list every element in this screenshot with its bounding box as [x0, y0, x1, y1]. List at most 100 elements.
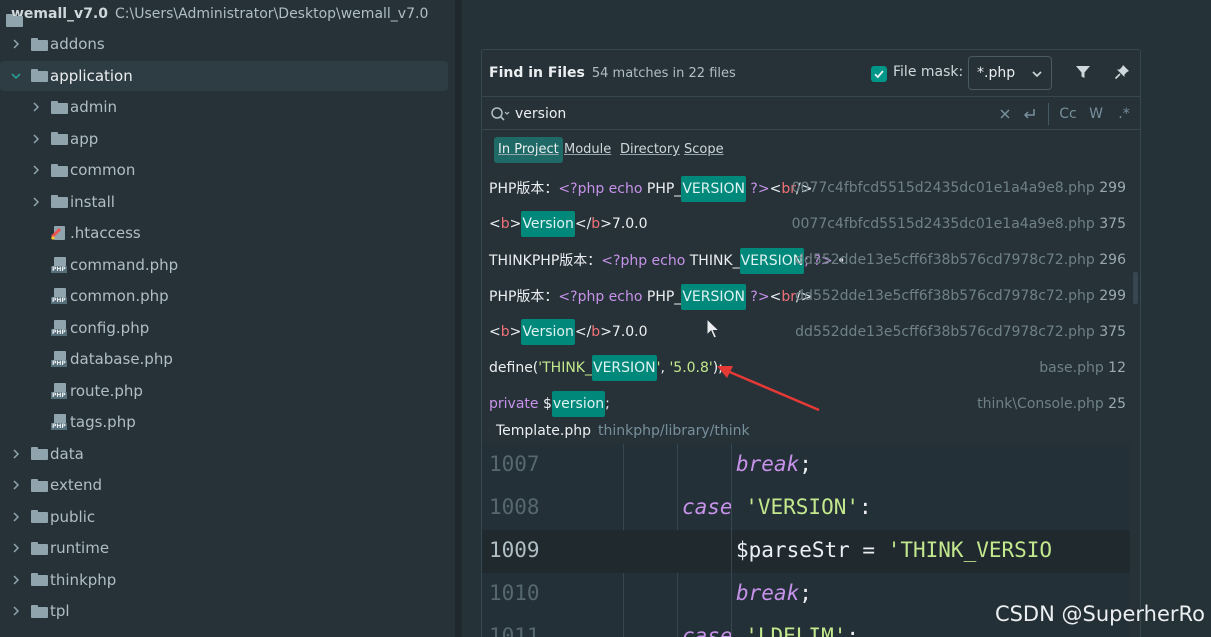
preview-file-name: Template.php — [496, 423, 591, 439]
tree-item-label: thinkphp — [50, 570, 117, 589]
result-snippet: private $version; — [489, 391, 610, 417]
checkmark-icon — [874, 70, 884, 79]
code-line: 1009 $parseStr = 'THINK_VERSIO — [482, 530, 1140, 573]
annotation-arrow-icon — [717, 366, 820, 412]
result-snippet: define('THINK_VERSION', '5.0.8'); — [489, 355, 723, 381]
scope-tabs: In Project Module Directory Scope — [482, 130, 1140, 170]
result-snippet: <b>Version</b>7.0.0 — [489, 319, 648, 345]
chevron-right-icon[interactable] — [10, 479, 22, 491]
regex-button[interactable]: .* — [1116, 105, 1132, 123]
result-location: base.php 12 — [1039, 360, 1126, 376]
tree-item-extend[interactable]: extend — [0, 470, 455, 500]
result-row[interactable]: THINKPHP版本：<?php echo THINK_VERSION; ?> … — [482, 242, 1132, 278]
chevron-right-icon[interactable] — [30, 101, 42, 113]
code-text: case 'VERSION': — [682, 495, 872, 519]
tree-item-command-php[interactable]: PHP command.php — [0, 250, 455, 280]
tab-directory[interactable]: Directory — [620, 137, 680, 163]
code-text: $parseStr = 'THINK_VERSIO — [736, 538, 1053, 562]
tree-item-common[interactable]: common — [0, 155, 455, 185]
chevron-right-icon[interactable] — [10, 511, 22, 523]
file-mask-checkbox[interactable] — [871, 66, 887, 82]
folder-icon — [50, 194, 68, 210]
tree-item-database-php[interactable]: PHP database.php — [0, 344, 455, 374]
panel-divider[interactable] — [455, 0, 462, 637]
chevron-right-icon[interactable] — [30, 164, 42, 176]
clear-icon[interactable] — [997, 105, 1013, 123]
folder-icon — [50, 99, 68, 115]
tab-in-project[interactable]: In Project — [494, 137, 563, 163]
tree-item-data[interactable]: data — [0, 439, 455, 469]
tree-item-admin[interactable]: admin — [0, 92, 455, 122]
tree-item-app[interactable]: app — [0, 124, 455, 154]
folder-icon — [30, 572, 48, 588]
tree-item-label: route.php — [70, 381, 143, 400]
tree-item-label: application — [50, 66, 133, 85]
result-file: 0077c4fbfcd5515d2435dc01e1a4a9e8.php — [791, 216, 1100, 232]
match-case-button[interactable]: Cc — [1057, 105, 1079, 123]
tree-item-label: app — [70, 129, 99, 148]
chevron-right-icon[interactable] — [10, 38, 22, 50]
folder-icon — [50, 162, 68, 178]
tree-item-label: install — [70, 192, 115, 211]
file-mask-dropdown[interactable]: *.php — [968, 56, 1052, 90]
tree-item-route-php[interactable]: PHP route.php — [0, 376, 455, 406]
tree-item-label: database.php — [70, 350, 173, 368]
tree-item-tpl[interactable]: tpl — [0, 596, 455, 626]
chevron-right-icon[interactable] — [30, 133, 42, 145]
tree-item-label: extend — [50, 476, 102, 494]
chevron-right-icon[interactable] — [10, 605, 22, 617]
whole-words-button[interactable]: W — [1087, 105, 1105, 123]
line-number: 1011 — [489, 624, 540, 637]
tree-item-install[interactable]: install — [0, 187, 455, 217]
results-scrollbar[interactable] — [1133, 272, 1138, 304]
result-location: 0077c4fbfcd5515d2435dc01e1a4a9e8.php 375 — [792, 216, 1126, 232]
chevron-right-icon[interactable] — [10, 574, 22, 586]
result-file: dd552dde13e5cff6f38b576cd7978c72.php — [795, 252, 1100, 268]
match-count: 54 matches in 22 files — [591, 65, 736, 81]
tree-item-application[interactable]: application — [0, 60, 448, 91]
result-snippet: PHP版本：<?php echo PHP_VERSION ?><br/> — [489, 176, 812, 202]
divider — [1048, 103, 1049, 125]
tree-item-public[interactable]: public — [0, 502, 455, 532]
tree-item-label: common — [70, 161, 136, 179]
tree-item-config-php[interactable]: PHP config.php — [0, 313, 455, 343]
pin-icon[interactable] — [1112, 62, 1132, 82]
new-line-icon[interactable] — [1020, 105, 1038, 123]
result-snippet: THINKPHP版本：<?php echo THINK_VERSION; ?> … — [489, 248, 845, 274]
result-location: dd552dde13e5cff6f38b576cd7978c72.php 375 — [795, 324, 1126, 340]
chevron-down-icon[interactable] — [10, 70, 22, 82]
tree-item-common-php[interactable]: PHP common.php — [0, 281, 455, 311]
tree-item-thinkphp[interactable]: thinkphp — [0, 565, 455, 595]
tree-item-addons[interactable]: addons — [0, 29, 455, 59]
result-location: think\Console.php 25 — [977, 396, 1126, 412]
search-input[interactable] — [515, 103, 955, 125]
line-number: 1008 — [489, 495, 540, 519]
filter-icon[interactable] — [1073, 62, 1093, 82]
tree-item-runtime[interactable]: runtime — [0, 533, 455, 563]
result-row[interactable]: <b>Version</b>7.0.0 0077c4fbfcd5515d2435d… — [482, 206, 1132, 242]
folder-icon — [30, 477, 48, 493]
chevron-right-icon[interactable] — [10, 448, 22, 460]
chevron-right-icon[interactable] — [10, 542, 22, 554]
tab-module[interactable]: Module — [564, 137, 611, 163]
code-line: 1008 case 'VERSION': — [482, 487, 1140, 530]
tree-item-label: tpl — [50, 602, 70, 620]
project-root[interactable]: wemall_v7.0 C:\Users\Administrator\Deskt… — [0, 0, 455, 28]
watermark: CSDN @SuperherRo — [994, 602, 1205, 626]
search-icon[interactable] — [489, 105, 511, 123]
tree-item-tags-php[interactable]: PHP tags.php — [0, 407, 455, 437]
result-row[interactable]: PHP版本：<?php echo PHP_VERSION ?><br/> dd55… — [482, 278, 1132, 314]
result-line-number: 25 — [1108, 396, 1126, 412]
result-row[interactable]: <b>Version</b>7.0.0 dd552dde13e5cff6f38b5… — [482, 314, 1132, 350]
chevron-right-icon[interactable] — [30, 196, 42, 208]
result-row[interactable]: PHP版本：<?php echo PHP_VERSION ?><br/> 0077… — [482, 170, 1132, 206]
tree-item-htaccess[interactable]: .htaccess — [0, 218, 455, 248]
project-tree-panel: wemall_v7.0 C:\Users\Administrator\Deskt… — [0, 0, 455, 637]
tab-scope[interactable]: Scope — [684, 137, 724, 163]
